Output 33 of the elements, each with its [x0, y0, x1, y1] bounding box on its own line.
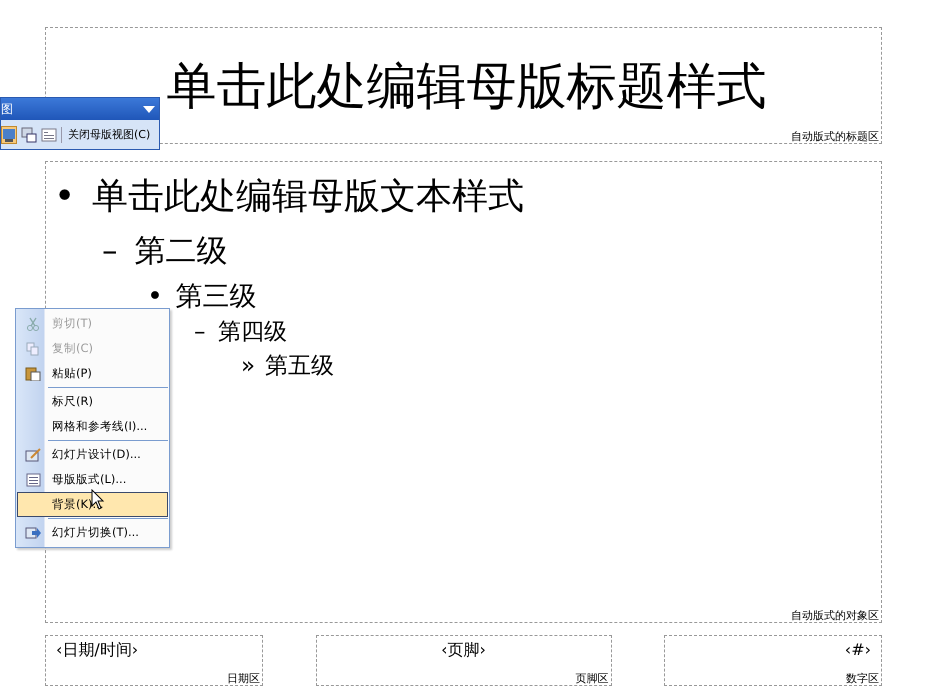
- bullet: •: [54, 175, 76, 219]
- footer-text: ‹#›: [844, 640, 871, 659]
- slide-title: 单击此处编辑母版标题样式: [166, 56, 766, 117]
- bullet: –: [194, 318, 206, 348]
- clipboard-icon: [25, 366, 41, 381]
- footer-placeholder[interactable]: ‹日期/时间› 日期区: [45, 635, 263, 686]
- close-master-view-button[interactable]: 关闭母版视图(C): [66, 127, 152, 142]
- placeholder-label: 自动版式的标题区: [791, 130, 879, 143]
- layout-icon: [26, 472, 40, 486]
- placeholder-label: 页脚区: [576, 672, 608, 685]
- placeholder-label: 日期区: [227, 672, 260, 685]
- footer-placeholder[interactable]: ‹页脚› 页脚区: [316, 635, 612, 686]
- scissors-icon: [26, 316, 40, 330]
- placeholder-label: 数字区: [846, 672, 879, 685]
- placeholder-label: 自动版式的对象区: [791, 609, 879, 622]
- layout-icon[interactable]: [41, 126, 57, 142]
- footer-placeholder[interactable]: ‹#› 数字区: [664, 635, 882, 686]
- toolbar-title: 图: [1, 100, 13, 118]
- dropdown-icon[interactable]: [143, 106, 155, 112]
- text-box-icon[interactable]: [21, 126, 37, 142]
- bullet: –: [102, 232, 118, 271]
- footer-text: ‹页脚›: [441, 640, 486, 659]
- body-text: 第二级: [134, 232, 228, 271]
- body-text: 单击此处编辑母版文本样式: [92, 175, 524, 219]
- body-text: 第五级: [265, 352, 334, 382]
- design-icon: [25, 448, 41, 462]
- bullet: »: [241, 352, 256, 382]
- copy-icon: [26, 342, 40, 356]
- slide-icon[interactable]: [1, 126, 17, 144]
- body-text: 第三级: [175, 280, 256, 314]
- footer-text: ‹日期/时间›: [56, 640, 138, 659]
- body-text: 第四级: [218, 318, 288, 348]
- transition-icon: [25, 526, 41, 540]
